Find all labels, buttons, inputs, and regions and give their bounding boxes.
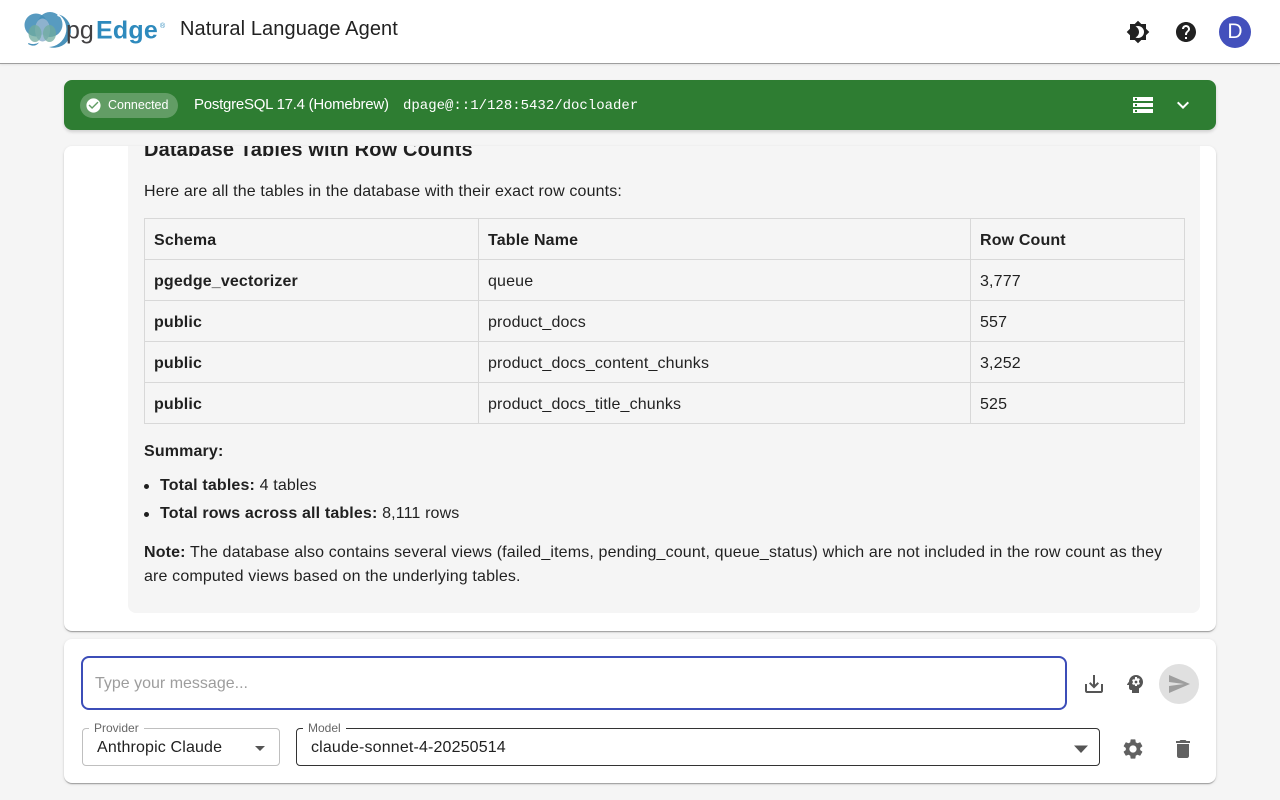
- svg-text:®: ®: [160, 22, 166, 30]
- svg-text:pg: pg: [66, 17, 94, 45]
- svg-text:Edge: Edge: [96, 17, 158, 45]
